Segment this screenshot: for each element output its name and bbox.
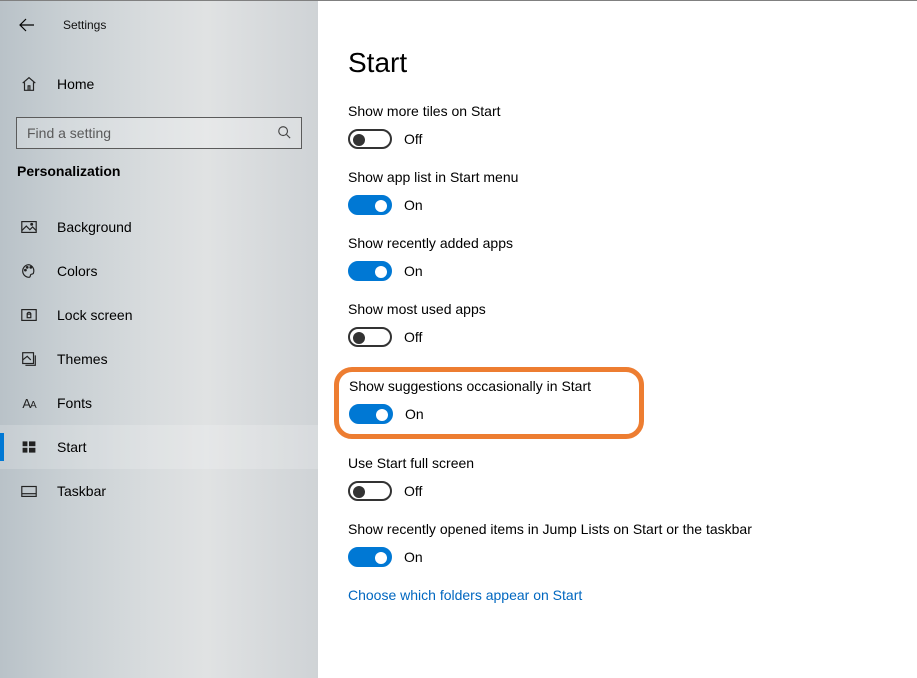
toggle-state: On	[404, 263, 423, 279]
themes-icon	[19, 349, 39, 369]
palette-icon	[19, 261, 39, 281]
sidebar: Settings Home Personalization Background	[0, 1, 318, 678]
home-nav[interactable]: Home	[0, 65, 318, 103]
sidebar-item-label: Lock screen	[57, 307, 132, 323]
home-icon	[19, 74, 39, 94]
sidebar-item-label: Start	[57, 439, 87, 455]
toggle-state: On	[404, 549, 423, 565]
fonts-icon: AA	[19, 393, 39, 413]
start-icon	[19, 437, 39, 457]
setting-most-used: Show most used apps Off	[348, 301, 887, 347]
toggle-state: On	[405, 406, 424, 422]
setting-app-list: Show app list in Start menu On	[348, 169, 887, 215]
toggle-state: Off	[404, 483, 422, 499]
setting-label: Use Start full screen	[348, 455, 887, 471]
setting-full-screen: Use Start full screen Off	[348, 455, 887, 501]
toggle-app-list[interactable]	[348, 195, 392, 215]
setting-more-tiles: Show more tiles on Start Off	[348, 103, 887, 149]
lock-screen-icon	[19, 305, 39, 325]
setting-label: Show app list in Start menu	[348, 169, 887, 185]
sidebar-item-label: Taskbar	[57, 483, 106, 499]
setting-label: Show more tiles on Start	[348, 103, 887, 119]
picture-icon	[19, 217, 39, 237]
toggle-jump-lists[interactable]	[348, 547, 392, 567]
search-icon	[277, 125, 291, 142]
setting-label: Show recently added apps	[348, 235, 887, 251]
sidebar-item-start[interactable]: Start	[0, 425, 318, 469]
setting-recently-added: Show recently added apps On	[348, 235, 887, 281]
sidebar-item-label: Themes	[57, 351, 108, 367]
setting-label: Show suggestions occasionally in Start	[349, 378, 623, 394]
search-box[interactable]	[16, 117, 302, 149]
toggle-more-tiles[interactable]	[348, 129, 392, 149]
sidebar-item-colors[interactable]: Colors	[0, 249, 318, 293]
sidebar-item-label: Fonts	[57, 395, 92, 411]
setting-label: Show most used apps	[348, 301, 887, 317]
sidebar-item-taskbar[interactable]: Taskbar	[0, 469, 318, 513]
toggle-recently-added[interactable]	[348, 261, 392, 281]
toggle-state: On	[404, 197, 423, 213]
back-arrow-icon[interactable]	[19, 17, 35, 33]
search-input[interactable]	[27, 125, 277, 141]
sidebar-item-lock-screen[interactable]: Lock screen	[0, 293, 318, 337]
toggle-state: Off	[404, 131, 422, 147]
search-container	[0, 117, 318, 163]
toggle-full-screen[interactable]	[348, 481, 392, 501]
setting-jump-lists: Show recently opened items in Jump Lists…	[348, 521, 887, 567]
toggle-most-used[interactable]	[348, 327, 392, 347]
toggle-suggestions[interactable]	[349, 404, 393, 424]
setting-label: Show recently opened items in Jump Lists…	[348, 521, 887, 537]
highlight-annotation: Show suggestions occasionally in Start O…	[334, 367, 644, 439]
page-title: Start	[348, 47, 887, 79]
sidebar-item-fonts[interactable]: AA Fonts	[0, 381, 318, 425]
sidebar-item-background[interactable]: Background	[0, 205, 318, 249]
topbar-title: Settings	[63, 18, 106, 32]
section-header: Personalization	[0, 163, 318, 179]
choose-folders-link[interactable]: Choose which folders appear on Start	[348, 587, 887, 603]
toggle-state: Off	[404, 329, 422, 345]
sidebar-item-label: Background	[57, 219, 132, 235]
home-label: Home	[57, 76, 94, 92]
setting-suggestions: Show suggestions occasionally in Start O…	[349, 378, 623, 424]
topbar: Settings	[0, 9, 318, 41]
sidebar-item-themes[interactable]: Themes	[0, 337, 318, 381]
taskbar-icon	[19, 481, 39, 501]
sidebar-item-label: Colors	[57, 263, 97, 279]
main-content: Start Show more tiles on Start Off Show …	[318, 1, 917, 678]
